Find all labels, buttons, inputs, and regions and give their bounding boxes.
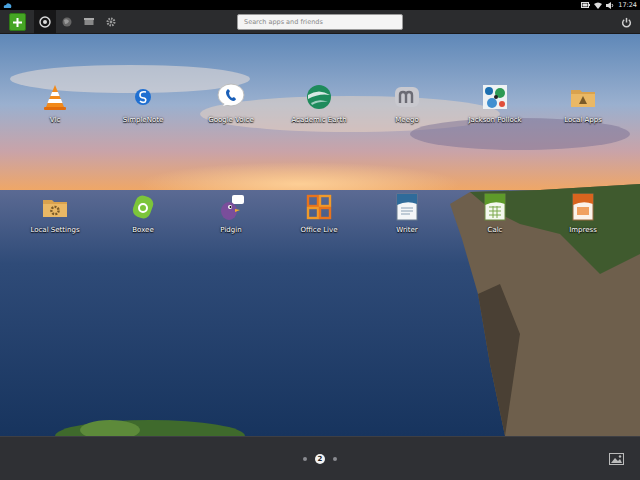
system-logo-icon xyxy=(3,2,12,9)
earth-globe-icon xyxy=(304,82,334,112)
app-label: Vlc xyxy=(48,116,63,124)
meego-logo-icon xyxy=(392,82,422,112)
phone-bubble-icon xyxy=(216,82,246,112)
boxee-icon xyxy=(128,192,158,222)
wallpaper-picture-icon[interactable] xyxy=(609,453,624,465)
plus-icon xyxy=(13,18,22,27)
clock: 17:24 xyxy=(618,0,637,10)
app-launcher[interactable]: Boxee xyxy=(99,192,187,234)
apps-folder-icon xyxy=(568,82,598,112)
impress-slide-icon xyxy=(568,192,598,222)
gear-icon xyxy=(105,16,117,28)
writer-doc-icon xyxy=(392,192,422,222)
page-indicator: 2 xyxy=(303,454,337,464)
dock-bar: 2 xyxy=(0,436,640,480)
app-launcher[interactable]: Local Settings xyxy=(11,192,99,234)
calc-sheet-icon xyxy=(480,192,510,222)
app-launcher[interactable]: Academic Earth xyxy=(275,82,363,124)
toolbar-tab[interactable] xyxy=(100,10,122,34)
app-label: Calc xyxy=(486,226,505,234)
top-toolbar xyxy=(0,10,640,34)
app-label: Boxee xyxy=(130,226,155,234)
app-label: Impress xyxy=(567,226,599,234)
page-dot[interactable] xyxy=(303,457,307,461)
app-launcher[interactable]: Google Voice xyxy=(187,82,275,124)
paint-splatter-icon xyxy=(480,82,510,112)
launcher-icon xyxy=(39,16,51,28)
app-label: Academic Earth xyxy=(289,116,348,124)
desktop: Vlc SimpleNote Google Voice Academic Earth M… xyxy=(0,34,640,436)
status-bar: 17:24 xyxy=(0,0,640,10)
battery-icon xyxy=(581,2,590,8)
power-icon[interactable] xyxy=(621,17,632,28)
app-launcher[interactable]: Pidgin xyxy=(187,192,275,234)
app-label: Pidgin xyxy=(218,226,243,234)
page-number: 2 xyxy=(318,455,323,463)
page-dot[interactable]: 2 xyxy=(315,454,325,464)
app-launcher[interactable]: Calc xyxy=(451,192,539,234)
toolbar-tab[interactable] xyxy=(56,10,78,34)
app-launcher[interactable]: Local Apps xyxy=(539,82,627,124)
globe-icon xyxy=(61,16,73,28)
page-dot[interactable] xyxy=(333,457,337,461)
app-launcher[interactable]: Office Live xyxy=(275,192,363,234)
wifi-icon xyxy=(594,2,602,9)
app-label: Writer xyxy=(394,226,419,234)
add-button[interactable] xyxy=(9,13,26,31)
office-squares-icon xyxy=(304,192,334,222)
search-field[interactable] xyxy=(237,14,403,30)
settings-folder-icon xyxy=(40,192,70,222)
app-label: Meego xyxy=(393,116,420,124)
app-label: Local Apps xyxy=(562,116,604,124)
app-label: Jackson Pollock xyxy=(466,116,523,124)
app-launcher[interactable]: SimpleNote xyxy=(99,82,187,124)
box-icon xyxy=(83,16,95,28)
app-label: Office Live xyxy=(299,226,340,234)
volume-icon xyxy=(606,2,614,9)
toolbar-tab[interactable] xyxy=(34,10,56,34)
app-launcher[interactable]: Meego xyxy=(363,82,451,124)
app-launcher[interactable]: Jackson Pollock xyxy=(451,82,539,124)
pidgin-bird-icon xyxy=(216,192,246,222)
app-label: Google Voice xyxy=(206,116,256,124)
app-launcher[interactable]: Writer xyxy=(363,192,451,234)
app-label: Local Settings xyxy=(28,226,81,234)
simplenote-icon xyxy=(128,82,158,112)
app-launcher[interactable]: Impress xyxy=(539,192,627,234)
app-launcher[interactable]: Vlc xyxy=(11,82,99,124)
app-label: SimpleNote xyxy=(121,116,165,124)
vlc-cone-icon xyxy=(40,82,70,112)
toolbar-tab[interactable] xyxy=(78,10,100,34)
